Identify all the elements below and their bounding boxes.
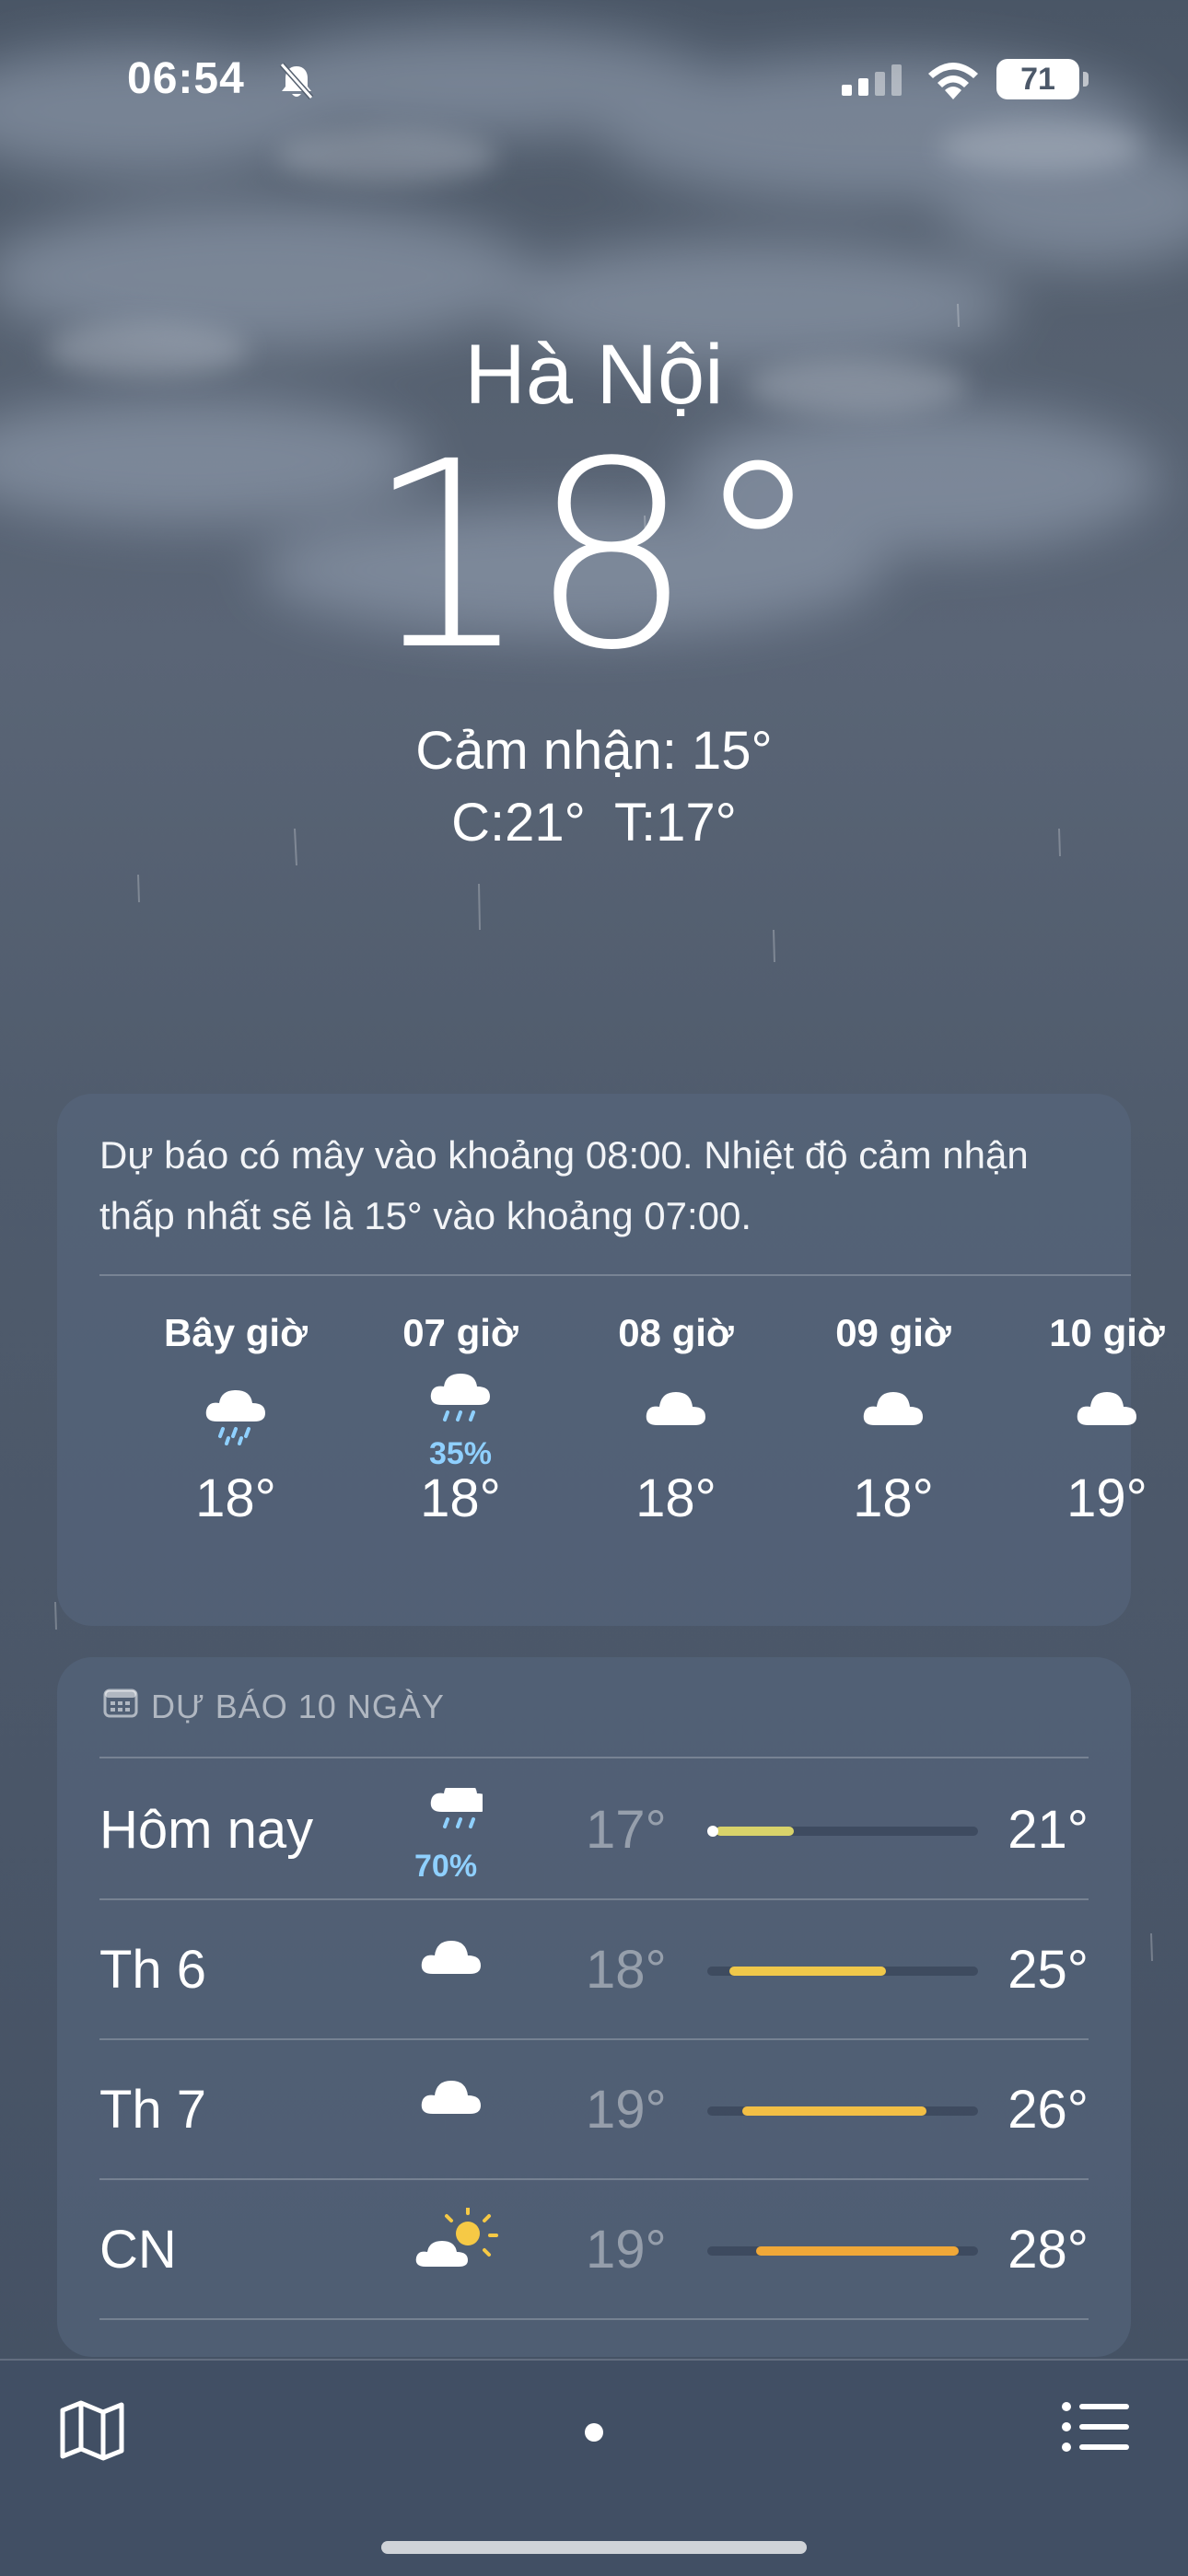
- row-divider: [99, 2318, 1089, 2320]
- row-divider: [99, 1757, 1089, 1758]
- day-high: 26°: [1007, 2080, 1089, 2140]
- hour-precip: 35%: [428, 1436, 493, 1471]
- cloud-icon: [801, 1359, 985, 1460]
- hour-temp: 18°: [635, 1468, 716, 1528]
- day-precip: 70%: [414, 1849, 478, 1884]
- temp-range-bar: [755, 2246, 960, 2256]
- daily-forecast-header: DỰ BÁO 10 NGÀY: [103, 1687, 445, 1726]
- hour-temp: 18°: [853, 1468, 934, 1528]
- current-temperature: 18°: [365, 407, 823, 707]
- hour-item: 09 giờ 18°: [801, 1307, 985, 1529]
- hour-temp: 18°: [195, 1468, 276, 1528]
- cloud-drizzle-icon: [144, 1359, 328, 1460]
- high-low: C:21° T:17°: [451, 793, 737, 853]
- temp-range-track: [707, 2106, 978, 2116]
- temp-range-bar: [728, 1967, 887, 1976]
- cloud-sun-icon: [413, 2206, 505, 2291]
- cloud-drizzle-icon: 35%: [368, 1359, 553, 1471]
- day-low: 17°: [586, 1800, 667, 1860]
- day-low: 19°: [586, 2080, 667, 2140]
- card-divider: [99, 1274, 1131, 1276]
- day-name: CN: [99, 2220, 177, 2280]
- wifi-icon: [925, 59, 982, 106]
- hour-temp: 18°: [420, 1468, 501, 1528]
- hour-label: 07 giờ: [402, 1311, 518, 1354]
- hour-label: 10 giờ: [1049, 1311, 1165, 1354]
- day-low: 18°: [586, 1940, 667, 2000]
- day-name: Th 6: [99, 1940, 207, 2000]
- hour-item: Bây giờ 18°: [144, 1307, 328, 1529]
- hour-item: 07 giờ 35% 18°: [368, 1307, 553, 1529]
- forecast-summary: Dự báo có mây vào khoảng 08:00. Nhiệt độ…: [99, 1133, 1029, 1237]
- hour-temp: 19°: [1066, 1468, 1147, 1528]
- daily-forecast-card[interactable]: DỰ BÁO 10 NGÀY Hôm nay 70% 17° 21° Th 6: [57, 1657, 1131, 2357]
- map-icon[interactable]: [59, 2399, 125, 2466]
- day-row[interactable]: Th 6 18° 25°: [99, 1900, 1089, 2038]
- bell-slash-icon: [276, 61, 317, 106]
- home-indicator[interactable]: [381, 2541, 807, 2554]
- feels-like: Cảm nhận: 15°: [415, 721, 773, 781]
- day-name: Hôm nay: [99, 1800, 314, 1860]
- hour-label: 09 giờ: [835, 1311, 951, 1354]
- cloud-icon: [1015, 1359, 1188, 1460]
- temp-range-track: [707, 1826, 978, 1837]
- day-high: 25°: [1007, 1940, 1089, 2000]
- daily-forecast-title: DỰ BÁO 10 NGÀY: [151, 1687, 445, 1725]
- hourly-list[interactable]: Bây giờ 18° 07 giờ 35% 18° 08 giờ 18° 09…: [57, 1307, 1165, 1611]
- temp-range-bar: [742, 2106, 927, 2116]
- bottom-toolbar: [0, 2359, 1188, 2576]
- cloud-icon: [413, 2068, 505, 2151]
- hour-item: 08 giờ 18°: [584, 1307, 768, 1529]
- cloud-icon: [584, 1359, 768, 1460]
- battery-cap: [1083, 72, 1089, 87]
- status-bar: 06:54 71: [0, 48, 1188, 112]
- hour-label: Bây giờ: [164, 1311, 308, 1354]
- hour-label: 08 giờ: [618, 1311, 734, 1354]
- page-indicator-dot[interactable]: [585, 2423, 603, 2442]
- day-row[interactable]: CN 19° 28°: [99, 2180, 1089, 2318]
- day-row[interactable]: Th 7 19° 26°: [99, 2040, 1089, 2178]
- day-row[interactable]: Hôm nay 70% 17° 21°: [99, 1760, 1089, 1898]
- day-high: 21°: [1007, 1800, 1089, 1860]
- battery-icon: 71: [996, 59, 1079, 99]
- temp-range-track: [707, 1967, 978, 1976]
- hour-item: 10 giờ 19°: [1015, 1307, 1188, 1529]
- temp-range-bar: [715, 1827, 795, 1836]
- temp-range-track: [707, 2246, 978, 2256]
- list-icon[interactable]: [1061, 2399, 1129, 2459]
- cloud-icon: [413, 1928, 505, 2011]
- calendar-icon: [103, 1687, 138, 1726]
- status-time: 06:54: [127, 54, 245, 103]
- day-low: 19°: [586, 2220, 667, 2280]
- current-temp-marker: [707, 1826, 718, 1837]
- day-name: Th 7: [99, 2080, 207, 2140]
- hourly-forecast-card[interactable]: Dự báo có mây vào khoảng 08:00. Nhiệt độ…: [57, 1094, 1165, 1626]
- day-high: 28°: [1007, 2220, 1089, 2280]
- cellular-signal-icon: [842, 64, 906, 100]
